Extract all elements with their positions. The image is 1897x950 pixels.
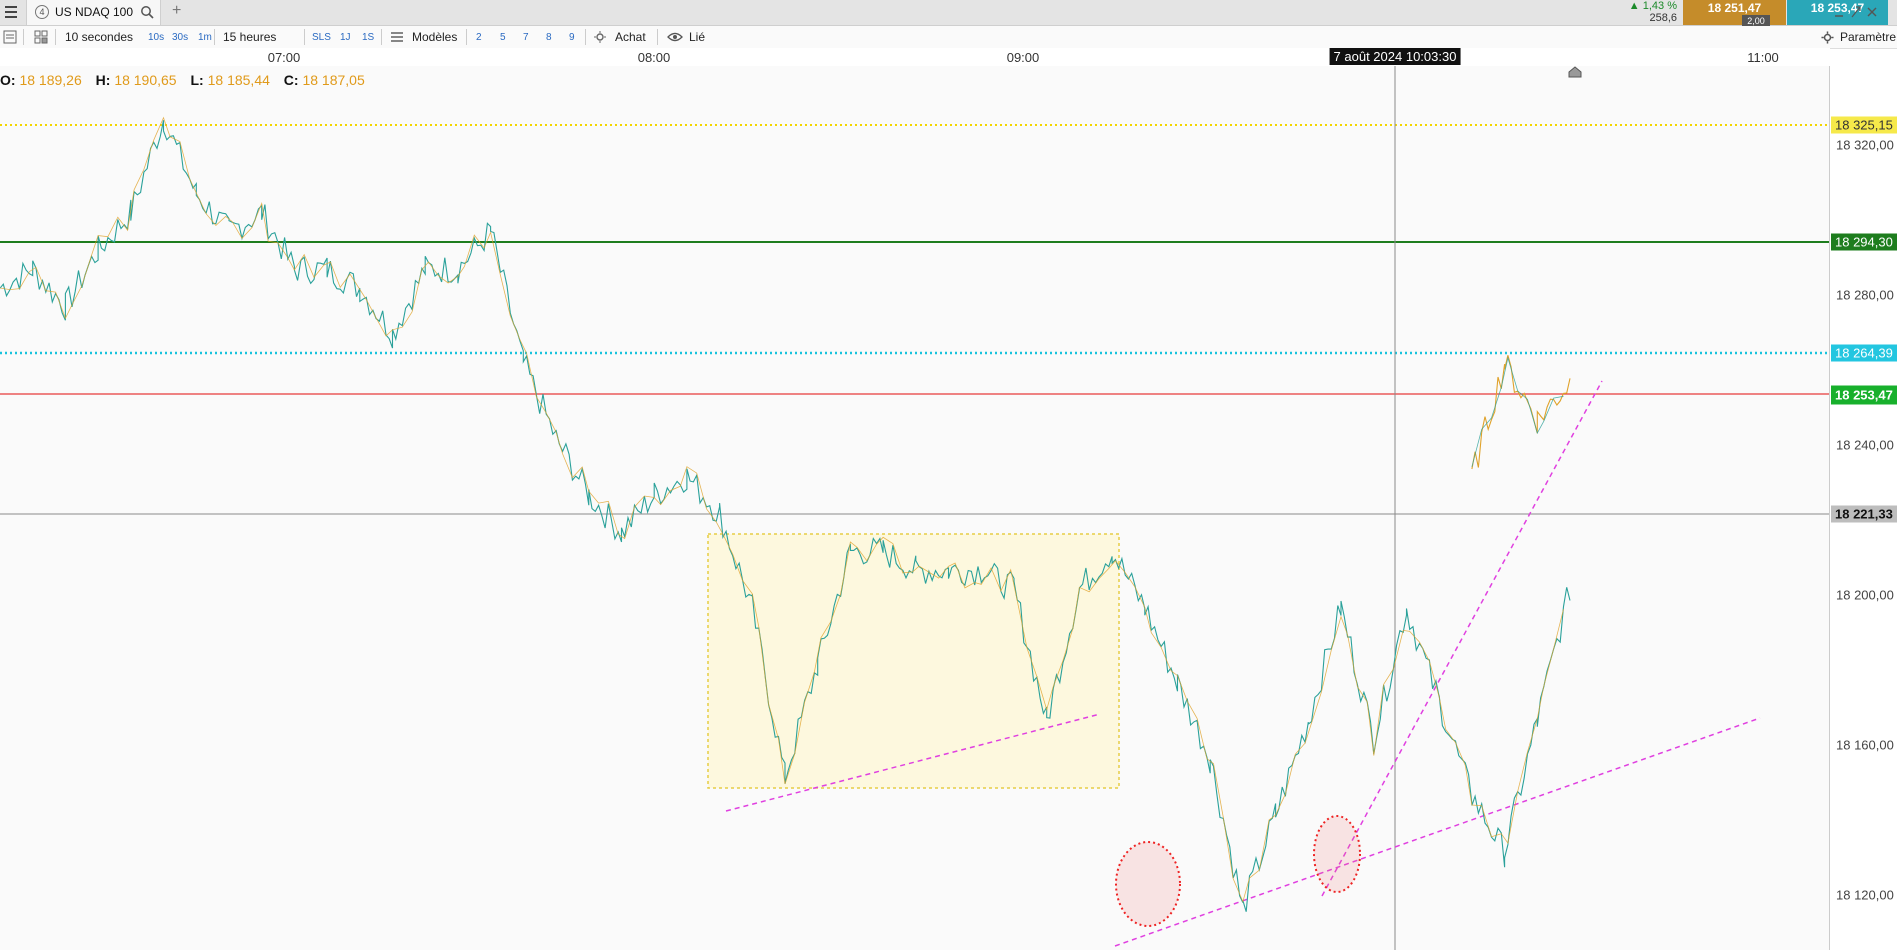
crosshair-price-tag: 18 221,33 [1831,505,1897,523]
price-tick-label: 18 320,00 [1836,137,1894,153]
divider [381,29,382,45]
divider [23,29,24,45]
period-1j[interactable]: 1J [340,32,351,43]
change-percent: ▲ 1,43 % [1628,0,1677,12]
tab-number-badge: 4 [35,5,49,19]
interval-select[interactable]: 10 secondes [65,30,133,44]
divider [214,29,215,45]
close-icon[interactable] [1867,6,1877,18]
low-label: L: [190,72,204,88]
instrument-name: US NDAQ 100 [55,5,134,19]
divider [466,29,467,45]
green-level-tag: 18 294,30 [1831,233,1897,251]
time-tick-label: 07:00 [267,50,301,65]
low-circle-1 [1115,841,1181,927]
period-1s[interactable]: 1S [362,32,374,43]
cyan-level-tag: 18 264,39 [1831,344,1897,362]
add-tab-button[interactable]: + [172,2,181,20]
open-value: 18 189,26 [19,72,82,88]
price-tick-label: 18 240,00 [1836,437,1894,453]
interval-1m[interactable]: 1m [198,32,212,43]
divider [304,29,305,45]
layout-grid-icon[interactable] [34,30,48,44]
top-bar: 4 US NDAQ 100 + ▲ 1,43 % 258,6 18 251,47… [0,0,1897,27]
menu-icon[interactable] [5,6,17,18]
layout-5[interactable]: 5 [500,32,506,43]
divider [585,29,586,45]
link-button[interactable]: Lié [689,30,705,44]
layout-7[interactable]: 7 [523,32,529,43]
time-tick-label: 09:00 [1006,50,1040,65]
list-icon[interactable] [3,30,17,44]
layout-8[interactable]: 8 [546,32,552,43]
period-select[interactable]: 15 heures [223,30,276,44]
close-value: 18 187,05 [302,72,365,88]
period-sls[interactable]: SLS [312,32,331,43]
buy-order-button[interactable]: Achat [615,30,646,44]
range-box [707,533,1120,789]
link-eye-icon [667,32,683,42]
low-value: 18 185,44 [207,72,270,88]
price-chart[interactable] [0,66,1829,950]
minimize-icon[interactable] [1834,6,1844,18]
ohlc-readout: O: 18 189,26 H: 18 190,65 L: 18 185,44 C… [0,72,375,88]
divider [657,29,658,45]
yellow-level-tag: 18 325,15 [1831,116,1897,134]
open-label: O: [0,72,16,88]
time-tick-label: 08:00 [637,50,671,65]
buy-icon [594,31,606,43]
current-price-tag: 18 253,47 [1831,385,1897,405]
interval-30s[interactable]: 30s [172,32,188,43]
price-tick-label: 18 280,00 [1836,287,1894,303]
chart-toolbar: 10 secondes 10s 30s 1m 15 heures SLS 1J … [0,26,1897,49]
templates-icon[interactable] [390,31,404,43]
time-tick-label: 11:00 [1747,50,1779,65]
templates-button[interactable]: Modèles [412,30,457,44]
price-axis[interactable]: 18 320,00 18 280,00 18 240,00 18 200,00 … [1829,66,1897,950]
layout-9[interactable]: 9 [569,32,575,43]
price-tick-label: 18 120,00 [1836,887,1894,903]
layout-2[interactable]: 2 [476,32,482,43]
time-axis: 07:00 08:00 09:00 11:00 7 août 2024 10:0… [0,48,1830,67]
chart-background [0,66,1829,950]
price-tick-label: 18 200,00 [1836,587,1894,603]
high-label: H: [95,72,111,88]
change-points: 258,6 [1649,12,1677,24]
divider [55,29,56,45]
low-circle-2 [1313,815,1361,893]
close-label: C: [283,72,299,88]
crosshair-time-label: 7 août 2024 10:03:30 [1329,48,1461,65]
interval-10s[interactable]: 10s [148,32,164,43]
settings-button[interactable]: Paramètre [1840,30,1896,44]
high-value: 18 190,65 [114,72,177,88]
search-icon[interactable] [140,5,154,19]
instrument-tab[interactable]: 4 US NDAQ 100 [26,0,161,25]
sell-price-button[interactable]: 18 251,47 [1683,0,1786,25]
price-tick-label: 18 160,00 [1836,737,1894,753]
maximize-icon[interactable] [1851,6,1861,18]
gear-icon[interactable] [1821,31,1834,44]
